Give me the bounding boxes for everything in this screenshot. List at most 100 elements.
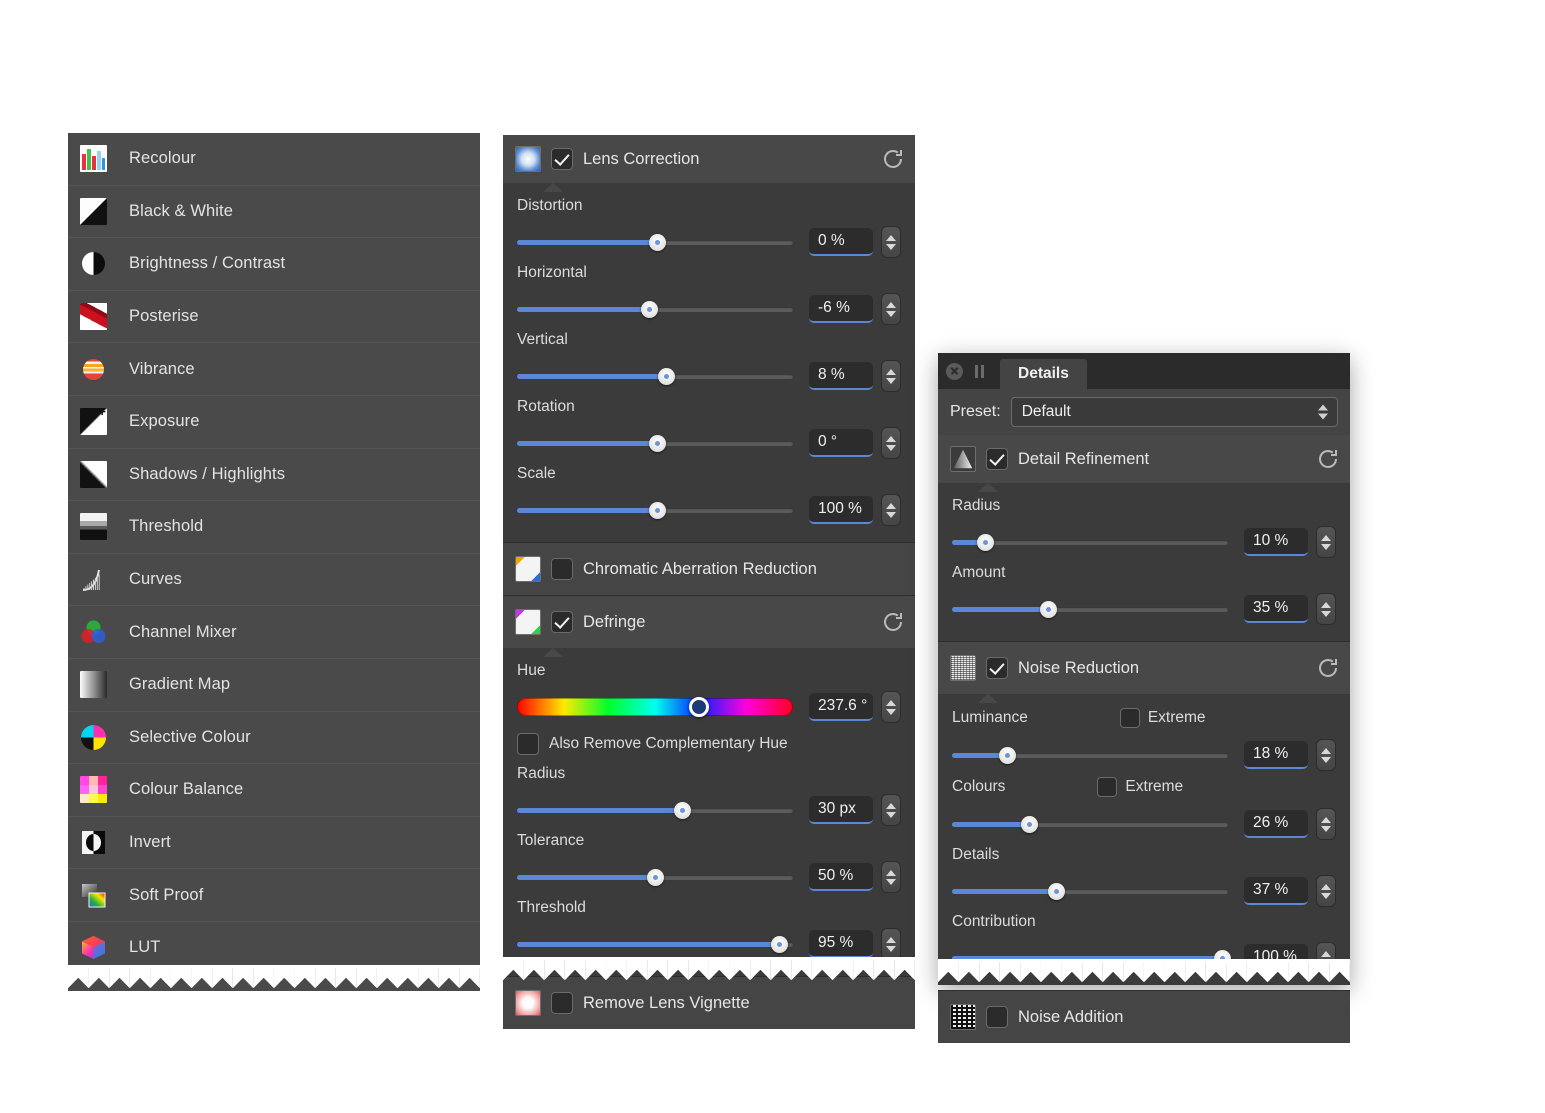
slider-contribution[interactable] bbox=[952, 948, 1228, 968]
slider-knob-tolerance[interactable] bbox=[647, 869, 664, 886]
defringe-checkbox[interactable] bbox=[551, 611, 573, 633]
slider-knob-vertical[interactable] bbox=[658, 368, 675, 385]
slider-knob-rotation[interactable] bbox=[649, 435, 666, 452]
slider-knob-radius[interactable] bbox=[674, 802, 691, 819]
stepper-up-icon[interactable] bbox=[1321, 602, 1331, 608]
slider-vertical[interactable] bbox=[517, 366, 793, 386]
slider-track-details[interactable] bbox=[952, 889, 1228, 894]
section-header-chromatic-aberration[interactable]: Chromatic Aberration Reduction bbox=[503, 543, 915, 595]
adjustment-item-black-white[interactable]: Black & White bbox=[68, 186, 480, 239]
slider-rotation[interactable] bbox=[517, 433, 793, 453]
stepper-down-icon[interactable] bbox=[1321, 544, 1331, 550]
stepper-down-icon[interactable] bbox=[1321, 893, 1331, 899]
slider-track-horizontal[interactable] bbox=[517, 307, 793, 312]
value-field-vertical[interactable]: 8 % bbox=[809, 362, 873, 390]
value-field-amount[interactable]: 35 % bbox=[1244, 595, 1308, 623]
slider-knob-scale[interactable] bbox=[649, 502, 666, 519]
adjustment-item-invert[interactable]: Invert bbox=[68, 817, 480, 870]
stepper-down-icon[interactable] bbox=[886, 946, 896, 952]
reset-icon[interactable] bbox=[1316, 656, 1340, 680]
adjustment-item-shadows-highlights[interactable]: Shadows / Highlights bbox=[68, 449, 480, 502]
value-field-tolerance[interactable]: 50 % bbox=[809, 863, 873, 891]
chromatic-aberration-checkbox[interactable] bbox=[551, 558, 573, 580]
slider-knob-details[interactable] bbox=[1048, 883, 1065, 900]
stepper-distortion[interactable] bbox=[881, 226, 901, 258]
value-field-scale[interactable]: 100 % bbox=[809, 496, 873, 524]
slider-track-radius[interactable] bbox=[952, 540, 1228, 545]
slider-knob-distortion[interactable] bbox=[649, 234, 666, 251]
stepper-luminance[interactable] bbox=[1316, 739, 1336, 771]
slider-track-radius[interactable] bbox=[517, 808, 793, 813]
lens-correction-checkbox[interactable] bbox=[551, 148, 573, 170]
stepper-down-icon[interactable] bbox=[1321, 960, 1331, 966]
slider-knob-threshold[interactable] bbox=[771, 936, 788, 953]
slider-knob-colours[interactable] bbox=[1021, 816, 1038, 833]
extreme-checkbox-colours[interactable] bbox=[1097, 777, 1117, 797]
section-header-noise-reduction[interactable]: Noise Reduction bbox=[938, 642, 1350, 694]
stepper-down-icon[interactable] bbox=[886, 812, 896, 818]
details-titlebar[interactable]: Details bbox=[938, 353, 1350, 389]
value-field-radius[interactable]: 10 % bbox=[1244, 528, 1308, 556]
slider-knob-amount[interactable] bbox=[1040, 601, 1057, 618]
stepper-down-icon[interactable] bbox=[886, 879, 896, 885]
section-header-noise-addition[interactable]: Noise Addition bbox=[938, 991, 1350, 1043]
slider-threshold[interactable] bbox=[517, 934, 793, 954]
stepper-up-icon[interactable] bbox=[886, 302, 896, 308]
stepper-up-icon[interactable] bbox=[1321, 535, 1331, 541]
adjustment-item-channel-mixer[interactable]: Channel Mixer bbox=[68, 606, 480, 659]
noise-addition-checkbox[interactable] bbox=[986, 1006, 1008, 1028]
adjustment-item-recolour[interactable]: Recolour bbox=[68, 133, 480, 186]
chevron-updown-icon[interactable] bbox=[1318, 405, 1328, 420]
value-field-details[interactable]: 37 % bbox=[1244, 877, 1308, 905]
stepper-horizontal[interactable] bbox=[881, 293, 901, 325]
slider-details[interactable] bbox=[952, 881, 1228, 901]
stepper-down-icon[interactable] bbox=[1321, 826, 1331, 832]
hue-stepper[interactable] bbox=[881, 691, 901, 723]
preset-select[interactable]: Default bbox=[1011, 397, 1338, 427]
adjustment-item-lut[interactable]: LUT bbox=[68, 922, 480, 975]
value-field-luminance[interactable]: 18 % bbox=[1244, 741, 1308, 769]
slider-track-threshold[interactable] bbox=[517, 942, 793, 947]
slider-scale[interactable] bbox=[517, 500, 793, 520]
reset-icon[interactable] bbox=[881, 147, 905, 171]
slider-knob-horizontal[interactable] bbox=[641, 301, 658, 318]
slider-track-scale[interactable] bbox=[517, 508, 793, 513]
stepper-down-icon[interactable] bbox=[886, 445, 896, 451]
slider-track-rotation[interactable] bbox=[517, 441, 793, 446]
hue-value-field[interactable]: 237.6 ° bbox=[809, 693, 873, 721]
hue-knob[interactable] bbox=[689, 697, 709, 717]
value-field-radius[interactable]: 30 px bbox=[809, 796, 873, 824]
complementary-hue-row[interactable]: Also Remove Complementary Hue bbox=[517, 729, 901, 765]
adjustment-item-exposure[interactable]: Exposure bbox=[68, 396, 480, 449]
stepper-scale[interactable] bbox=[881, 494, 901, 526]
extreme-checkbox-luminance[interactable] bbox=[1120, 708, 1140, 728]
adjustment-item-brightness-contrast[interactable]: Brightness / Contrast bbox=[68, 238, 480, 291]
slider-track-amount[interactable] bbox=[952, 607, 1228, 612]
stepper-radius[interactable] bbox=[1316, 526, 1336, 558]
section-header-defringe[interactable]: Defringe bbox=[503, 596, 915, 648]
value-field-colours[interactable]: 26 % bbox=[1244, 810, 1308, 838]
slider-distortion[interactable] bbox=[517, 232, 793, 252]
stepper-radius[interactable] bbox=[881, 794, 901, 826]
hue-track[interactable] bbox=[517, 698, 793, 716]
stepper-up-icon[interactable] bbox=[886, 700, 896, 706]
section-header-remove-lens-vignette[interactable]: Remove Lens Vignette bbox=[503, 977, 915, 1029]
complementary-hue-checkbox[interactable] bbox=[517, 733, 539, 755]
stepper-up-icon[interactable] bbox=[886, 369, 896, 375]
stepper-up-icon[interactable] bbox=[1321, 951, 1331, 957]
stepper-up-icon[interactable] bbox=[1321, 748, 1331, 754]
tab-details[interactable]: Details bbox=[1000, 359, 1087, 389]
slider-track-distortion[interactable] bbox=[517, 240, 793, 245]
stepper-up-icon[interactable] bbox=[886, 870, 896, 876]
stepper-amount[interactable] bbox=[1316, 593, 1336, 625]
noise-reduction-checkbox[interactable] bbox=[986, 657, 1008, 679]
stepper-threshold[interactable] bbox=[881, 928, 901, 960]
stepper-tolerance[interactable] bbox=[881, 861, 901, 893]
stepper-up-icon[interactable] bbox=[886, 937, 896, 943]
stepper-up-icon[interactable] bbox=[886, 803, 896, 809]
slider-track-vertical[interactable] bbox=[517, 374, 793, 379]
hue-slider[interactable] bbox=[517, 697, 793, 717]
stepper-down-icon[interactable] bbox=[1321, 757, 1331, 763]
drag-handle-icon[interactable] bbox=[975, 365, 984, 378]
value-field-contribution[interactable]: 100 % bbox=[1244, 944, 1308, 972]
